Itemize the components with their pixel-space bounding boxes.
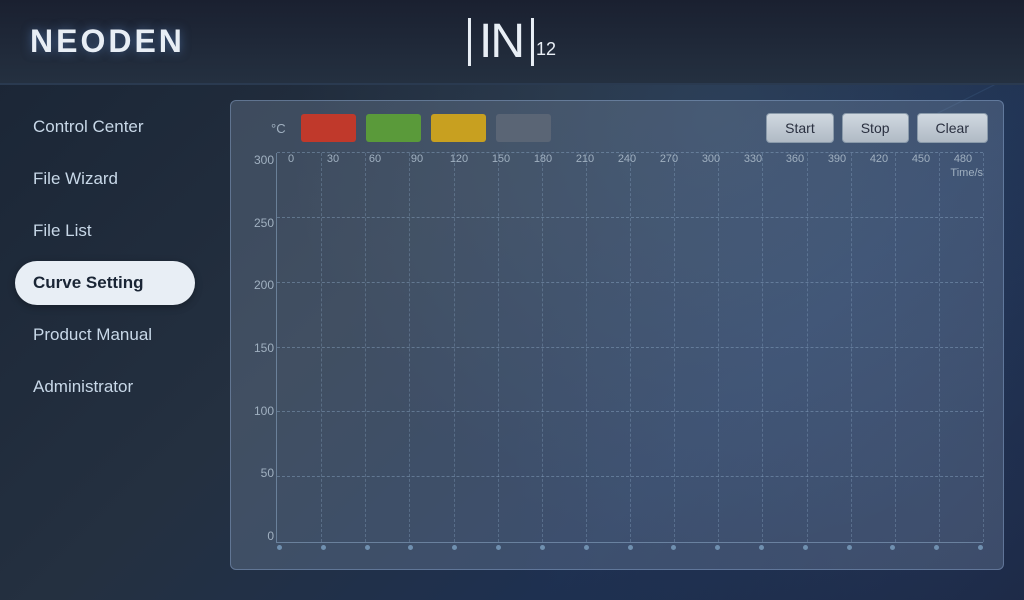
header: NEODEN IN 12 xyxy=(0,0,1024,85)
grid-v-390 xyxy=(851,153,852,542)
x-dot-150 xyxy=(496,545,501,550)
grid-v-210 xyxy=(586,153,587,542)
grid-v-30 xyxy=(321,153,322,542)
grid-v-480 xyxy=(983,153,984,542)
sidebar-item-administrator[interactable]: Administrator xyxy=(15,365,195,409)
x-dot-60 xyxy=(365,545,370,550)
sidebar-item-file-wizard[interactable]: File Wizard xyxy=(15,157,195,201)
grid-v-120 xyxy=(454,153,455,542)
legend-swatch-red xyxy=(301,114,356,142)
x-dot-90 xyxy=(408,545,413,550)
legend-row: °C Start Stop Clear xyxy=(241,113,988,143)
x-dot-300 xyxy=(715,545,720,550)
y-label-300: 300 xyxy=(246,153,274,167)
x-dot-0 xyxy=(277,545,282,550)
y-axis-labels: 0 50 100 150 200 250 300 xyxy=(246,153,274,543)
x-dot-390 xyxy=(847,545,852,550)
x-dot-30 xyxy=(321,545,326,550)
sidebar: Control Center File Wizard File List Cur… xyxy=(0,85,210,600)
x-dot-120 xyxy=(452,545,457,550)
x-dot-240 xyxy=(628,545,633,550)
grid-v-360 xyxy=(807,153,808,542)
grid-v-420 xyxy=(895,153,896,542)
y-label-100: 100 xyxy=(246,404,274,418)
y-label-0: 0 xyxy=(246,529,274,543)
start-button[interactable]: Start xyxy=(766,113,834,143)
grid-v-90 xyxy=(409,153,410,542)
y-label-50: 50 xyxy=(246,466,274,480)
chart-grid xyxy=(276,153,983,543)
chart-container: °C Start Stop Clear 0 50 100 150 xyxy=(230,100,1004,570)
chart-area: 0 50 100 150 200 250 300 xyxy=(276,153,983,543)
logo-neoden: NEODEN xyxy=(30,23,185,60)
y-label-250: 250 xyxy=(246,216,274,230)
logo-in-text: IN xyxy=(468,18,534,66)
clear-button[interactable]: Clear xyxy=(917,113,988,143)
x-axis-dots xyxy=(277,542,983,550)
legend-swatch-gray xyxy=(496,114,551,142)
sidebar-item-product-manual[interactable]: Product Manual xyxy=(15,313,195,357)
legend-buttons: Start Stop Clear xyxy=(766,113,988,143)
grid-v-240 xyxy=(630,153,631,542)
grid-v-60 xyxy=(365,153,366,542)
temp-unit-label: °C xyxy=(271,121,286,136)
grid-v-300 xyxy=(718,153,719,542)
x-dot-270 xyxy=(671,545,676,550)
grid-v-330 xyxy=(762,153,763,542)
y-label-200: 200 xyxy=(246,278,274,292)
content-area: °C Start Stop Clear 0 50 100 150 xyxy=(210,85,1024,600)
x-dot-180 xyxy=(540,545,545,550)
logo-in12: IN 12 xyxy=(468,18,556,66)
sidebar-item-curve-setting[interactable]: Curve Setting xyxy=(15,261,195,305)
legend-swatch-green xyxy=(366,114,421,142)
x-dot-210 xyxy=(584,545,589,550)
grid-v-450 xyxy=(939,153,940,542)
grid-v-270 xyxy=(674,153,675,542)
y-label-150: 150 xyxy=(246,341,274,355)
x-dot-330 xyxy=(759,545,764,550)
x-dot-420 xyxy=(890,545,895,550)
x-dot-480 xyxy=(978,545,983,550)
x-dot-360 xyxy=(803,545,808,550)
sidebar-item-file-list[interactable]: File List xyxy=(15,209,195,253)
stop-button[interactable]: Stop xyxy=(842,113,909,143)
legend-swatch-yellow xyxy=(431,114,486,142)
main-layout: Control Center File Wizard File List Cur… xyxy=(0,85,1024,600)
grid-v-180 xyxy=(542,153,543,542)
x-dot-450 xyxy=(934,545,939,550)
logo-number: 12 xyxy=(536,39,556,60)
grid-v-150 xyxy=(498,153,499,542)
sidebar-item-control-center[interactable]: Control Center xyxy=(15,105,195,149)
